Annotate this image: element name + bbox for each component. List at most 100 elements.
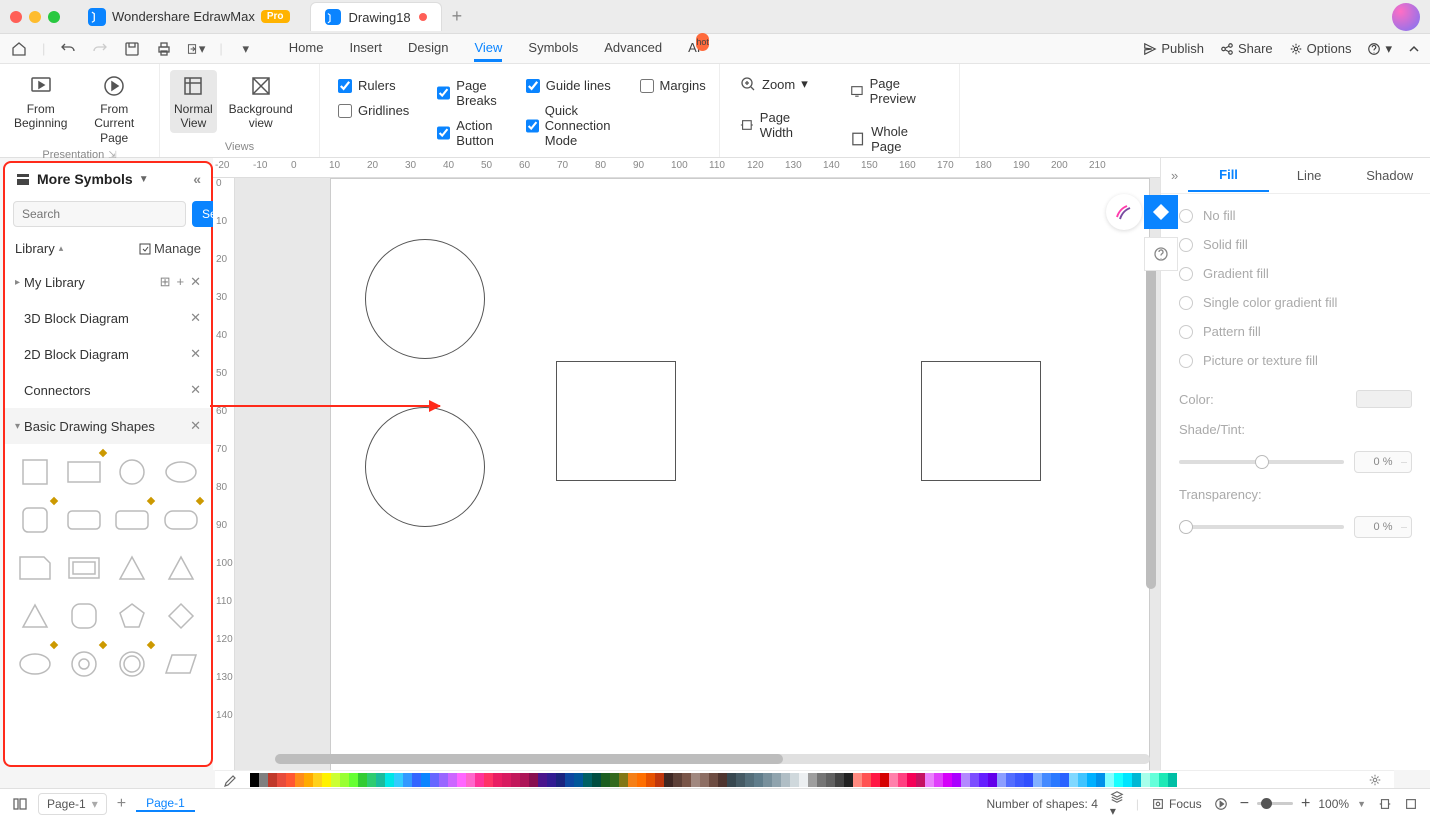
menu-view[interactable]: View — [474, 36, 502, 62]
color-swatch[interactable] — [556, 773, 565, 787]
whole-page-button[interactable]: Whole Page — [844, 120, 945, 158]
color-swatch[interactable] — [727, 773, 736, 787]
shape-rounded-square[interactable] — [15, 500, 55, 540]
shape-ellipse-2[interactable] — [15, 644, 55, 684]
color-swatch[interactable] — [1114, 773, 1123, 787]
color-swatch[interactable] — [565, 773, 574, 787]
color-swatch[interactable] — [754, 773, 763, 787]
transparency-value[interactable]: 0 % — [1354, 516, 1412, 538]
fill-option-single-gradient[interactable]: Single color gradient fill — [1179, 295, 1412, 310]
color-swatch[interactable] — [763, 773, 772, 787]
color-swatch[interactable] — [475, 773, 484, 787]
color-swatch[interactable] — [484, 773, 493, 787]
color-swatch[interactable] — [340, 773, 349, 787]
shade-slider[interactable] — [1179, 460, 1344, 464]
zoom-button[interactable]: Zoom▾ — [734, 72, 824, 96]
close-icon[interactable]: ✕ — [190, 418, 201, 434]
pages-panel-icon[interactable] — [12, 796, 28, 812]
zoom-slider[interactable] — [1257, 802, 1293, 805]
color-swatch[interactable] — [421, 773, 430, 787]
swatch-settings-icon[interactable] — [1362, 773, 1388, 787]
shape-diamond[interactable] — [161, 596, 201, 636]
canvas-shape-square-1[interactable] — [556, 361, 676, 481]
share-button[interactable]: Share — [1220, 41, 1273, 56]
color-swatch[interactable] — [1006, 773, 1015, 787]
shape-square[interactable] — [15, 452, 55, 492]
vertical-scrollbar[interactable] — [1146, 228, 1156, 730]
color-swatch[interactable] — [1033, 773, 1042, 787]
color-swatch[interactable] — [664, 773, 673, 787]
home-icon[interactable] — [10, 40, 28, 58]
color-swatch[interactable] — [772, 773, 781, 787]
color-swatch[interactable] — [988, 773, 997, 787]
normal-view-button[interactable]: Normal View — [170, 70, 217, 133]
color-swatch[interactable] — [304, 773, 313, 787]
app-tab[interactable]: 〕 Wondershare EdrawMax Pro — [78, 4, 300, 30]
shade-value[interactable]: 0 % — [1354, 451, 1412, 473]
color-swatch[interactable] — [979, 773, 988, 787]
shape-donut-2[interactable] — [112, 644, 152, 684]
color-swatch[interactable] — [835, 773, 844, 787]
maximize-window[interactable] — [48, 11, 60, 23]
color-swatch[interactable] — [1096, 773, 1105, 787]
publish-button[interactable]: Publish — [1143, 41, 1204, 56]
color-swatch[interactable] — [511, 773, 520, 787]
menu-home[interactable]: Home — [289, 36, 324, 62]
color-swatch[interactable] — [808, 773, 817, 787]
color-swatch[interactable] — [493, 773, 502, 787]
color-swatch[interactable] — [1123, 773, 1132, 787]
shape-donut[interactable] — [64, 644, 104, 684]
color-swatch[interactable] — [583, 773, 592, 787]
expand-icon[interactable]: ⇲ — [108, 150, 116, 161]
color-swatch[interactable] — [862, 773, 871, 787]
color-swatch[interactable] — [241, 773, 250, 787]
color-swatch[interactable] — [574, 773, 583, 787]
color-swatch[interactable] — [817, 773, 826, 787]
tab-fill[interactable]: Fill — [1188, 159, 1269, 192]
shape-parallelogram[interactable] — [161, 644, 201, 684]
help-icon[interactable]: ▾ — [1367, 41, 1392, 57]
color-swatch[interactable] — [601, 773, 610, 787]
close-icon[interactable]: ✕ — [190, 346, 201, 362]
color-swatch[interactable] — [700, 773, 709, 787]
color-swatch[interactable] — [1015, 773, 1024, 787]
gridlines-checkbox[interactable]: Gridlines — [338, 103, 409, 118]
color-swatch[interactable] — [376, 773, 385, 787]
zoom-out-button[interactable]: − — [1240, 795, 1249, 813]
redo-icon[interactable] — [91, 40, 109, 58]
color-swatch[interactable] — [943, 773, 952, 787]
color-swatch[interactable] — [439, 773, 448, 787]
menu-ai[interactable]: AIhot — [688, 36, 713, 62]
color-swatch[interactable] — [1051, 773, 1060, 787]
shape-rounded-square-2[interactable] — [64, 596, 104, 636]
color-swatch[interactable] — [790, 773, 799, 787]
color-swatch[interactable] — [403, 773, 412, 787]
drawing-page[interactable] — [330, 178, 1150, 770]
background-view-button[interactable]: Background view — [225, 70, 297, 133]
shape-pentagon[interactable] — [112, 596, 152, 636]
page-preview-button[interactable]: Page Preview — [844, 72, 945, 110]
color-swatch[interactable] — [898, 773, 907, 787]
library-item-2d-block[interactable]: ▸2D Block Diagram ✕ — [5, 336, 211, 372]
menu-symbols[interactable]: Symbols — [528, 36, 578, 62]
menu-insert[interactable]: Insert — [349, 36, 382, 62]
color-swatch[interactable] — [1141, 773, 1150, 787]
color-swatch[interactable] — [1024, 773, 1033, 787]
expand-panel-icon[interactable]: » — [1161, 168, 1188, 183]
close-icon[interactable]: ✕ — [190, 310, 201, 326]
search-input[interactable] — [13, 201, 186, 227]
color-swatch[interactable] — [592, 773, 601, 787]
color-swatch[interactable] — [259, 773, 268, 787]
shape-circle[interactable] — [112, 452, 152, 492]
focus-button[interactable]: Focus — [1151, 797, 1202, 811]
close-window[interactable] — [10, 11, 22, 23]
fill-option-no-fill[interactable]: No fill — [1179, 208, 1412, 223]
present-icon[interactable] — [1214, 797, 1228, 811]
color-swatch[interactable] — [781, 773, 790, 787]
color-swatch[interactable] — [295, 773, 304, 787]
margins-checkbox[interactable]: Margins — [640, 78, 706, 93]
print-icon[interactable] — [155, 40, 173, 58]
close-icon[interactable]: ✕ — [190, 382, 201, 398]
minimize-window[interactable] — [29, 11, 41, 23]
color-swatch[interactable] — [709, 773, 718, 787]
